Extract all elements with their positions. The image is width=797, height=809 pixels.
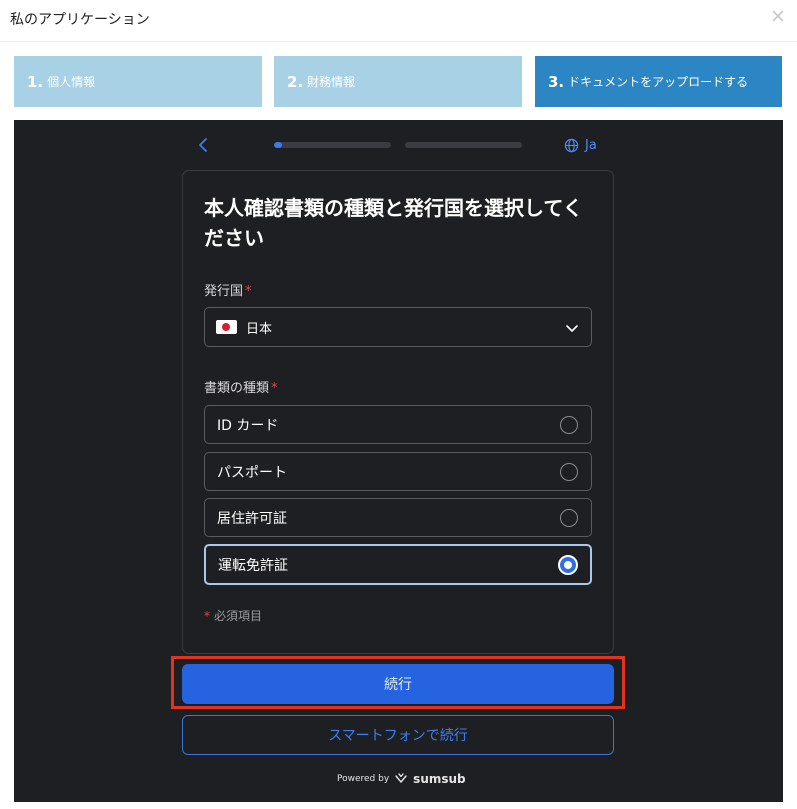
powered-by: Powered by sumsub	[337, 770, 466, 788]
option-label: ID カード	[217, 417, 279, 434]
required-asterisk: *	[204, 609, 210, 623]
radio-button[interactable]	[560, 416, 578, 434]
required-note: * 必須項目	[204, 607, 262, 624]
continue-button[interactable]: 続行	[182, 664, 614, 704]
back-arrow-icon[interactable]	[195, 136, 213, 154]
radio-button[interactable]	[560, 509, 578, 527]
option-label: 運転免許証	[218, 557, 288, 574]
step-number: 1.	[27, 72, 44, 91]
option-drivers-license[interactable]: 運転免許証	[204, 544, 592, 585]
required-note-text: 必須項目	[214, 609, 263, 623]
step-label: 財務情報	[307, 75, 356, 89]
option-passport[interactable]: パスポート	[204, 452, 592, 491]
chevron-down-icon	[566, 325, 578, 332]
document-type-label-text: 書類の種類	[204, 381, 270, 396]
radio-button[interactable]	[560, 463, 578, 481]
required-asterisk: *	[245, 284, 252, 299]
radio-button-selected[interactable]	[558, 555, 578, 575]
japan-flag-icon	[216, 320, 237, 334]
powered-by-text: Powered by	[337, 774, 390, 784]
close-icon[interactable]	[767, 5, 789, 27]
progress-bar-step-1	[274, 142, 391, 148]
country-label-text: 発行国	[204, 284, 244, 299]
country-label: 発行国 *	[204, 280, 252, 299]
required-asterisk: *	[271, 381, 278, 396]
country-select[interactable]: 日本	[204, 307, 592, 347]
brand-name: sumsub	[413, 772, 466, 786]
form-title: 本人確認書類の種類と発行国を選択してください	[204, 196, 583, 250]
language-selector[interactable]: Ja	[564, 136, 597, 154]
language-label: Ja	[585, 137, 597, 153]
step-personal-info[interactable]: 1. 個人情報	[14, 56, 262, 107]
globe-icon	[564, 138, 579, 152]
sumsub-logo-icon	[395, 773, 407, 783]
document-type-label: 書類の種類 *	[204, 377, 278, 396]
continue-on-phone-button[interactable]: スマートフォンで続行	[182, 715, 614, 755]
option-label: 居住許可証	[217, 510, 287, 527]
option-residence-permit[interactable]: 居住許可証	[204, 498, 592, 537]
progress-fill	[274, 142, 283, 148]
progress-bar-step-2	[405, 142, 522, 148]
window-title: 私のアプリケーション	[10, 12, 150, 28]
window-titlebar: 私のアプリケーション	[0, 0, 797, 42]
step-label: 個人情報	[47, 75, 96, 89]
step-label: ドキュメントをアップロードする	[568, 75, 749, 89]
step-number: 2.	[287, 72, 304, 91]
step-number: 3.	[548, 72, 565, 91]
step-upload-documents[interactable]: 3. ドキュメントをアップロードする	[535, 56, 782, 107]
option-id-card[interactable]: ID カード	[204, 405, 592, 444]
step-financial-info[interactable]: 2. 財務情報	[274, 56, 522, 107]
option-label: パスポート	[217, 464, 287, 481]
country-value: 日本	[246, 321, 273, 337]
